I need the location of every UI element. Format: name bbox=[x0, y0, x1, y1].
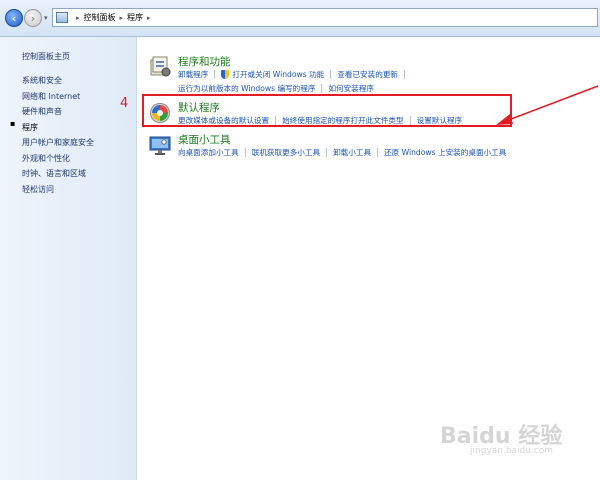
address-bar[interactable]: ▸ 控制面板 ▸ 程序 ▸ bbox=[52, 8, 598, 27]
programs-links-row-2: 运行为以前版本的 Windows 编写的程序 如何安装程序 bbox=[178, 83, 374, 94]
link-separator bbox=[244, 148, 246, 157]
step-number-label: 4 bbox=[120, 96, 129, 111]
programs-features-icon bbox=[150, 56, 171, 77]
desktop-gadgets-title[interactable]: 桌面小工具 bbox=[178, 132, 231, 147]
sidebar-category-list: 系统和安全 网络和 Internet 硬件和声音 程序 用户帐户和家庭安全 外观… bbox=[22, 73, 94, 197]
sidebar-item-programs[interactable]: 程序 bbox=[22, 120, 94, 136]
link-separator bbox=[326, 148, 328, 157]
compatibility-program-link[interactable]: 运行为以前版本的 Windows 编写的程序 bbox=[178, 83, 315, 94]
sidebar-item-hardware-sound[interactable]: 硬件和声音 bbox=[22, 104, 94, 120]
recent-pages-dropdown[interactable]: ▾ bbox=[44, 14, 48, 22]
chevron-right-icon: ▸ bbox=[147, 13, 151, 22]
control-panel-icon bbox=[56, 12, 68, 23]
sidebar-item-system-security[interactable]: 系统和安全 bbox=[22, 73, 94, 89]
how-to-install-link[interactable]: 如何安装程序 bbox=[328, 83, 374, 94]
sidebar: 控制面板主页 系统和安全 网络和 Internet 硬件和声音 程序 用户帐户和… bbox=[0, 37, 137, 480]
back-button[interactable]: ‹ bbox=[5, 9, 23, 27]
link-separator bbox=[377, 148, 379, 157]
breadcrumb-control-panel[interactable]: 控制面板 bbox=[84, 12, 116, 23]
sidebar-item-user-accounts[interactable]: 用户帐户和家庭安全 bbox=[22, 135, 94, 151]
breadcrumb-programs[interactable]: 程序 bbox=[127, 12, 143, 23]
link-separator bbox=[330, 70, 332, 79]
gadgets-links-row: 向桌面添加小工具 联机获取更多小工具 卸载小工具 还原 Windows 上安装的… bbox=[178, 147, 506, 158]
sidebar-item-network[interactable]: 网络和 Internet bbox=[22, 89, 94, 105]
uninstall-program-link[interactable]: 卸载程序 bbox=[178, 69, 208, 80]
active-item-bullet-icon: ▪ bbox=[10, 119, 16, 128]
sidebar-item-ease-of-access[interactable]: 轻松访问 bbox=[22, 182, 94, 198]
programs-links-row-1: 卸载程序 打开或关闭 Windows 功能 查看已安装的更新 bbox=[178, 69, 411, 80]
programs-features-title[interactable]: 程序和功能 bbox=[178, 54, 231, 69]
desktop-gadgets-icon bbox=[149, 136, 171, 155]
add-gadgets-link[interactable]: 向桌面添加小工具 bbox=[178, 147, 239, 158]
chevron-down-icon: ▾ bbox=[44, 14, 48, 22]
windows-features-link[interactable]: 打开或关闭 Windows 功能 bbox=[232, 69, 324, 80]
restore-gadgets-link[interactable]: 还原 Windows 上安装的桌面小工具 bbox=[384, 147, 506, 158]
chevron-right-icon: ▸ bbox=[76, 13, 80, 22]
link-separator bbox=[321, 84, 323, 93]
forward-button[interactable]: › bbox=[24, 9, 42, 27]
uninstall-gadget-link[interactable]: 卸载小工具 bbox=[333, 147, 371, 158]
sidebar-home-link[interactable]: 控制面板主页 bbox=[22, 51, 70, 62]
forward-arrow-icon: › bbox=[30, 11, 36, 25]
get-more-gadgets-link[interactable]: 联机获取更多小工具 bbox=[252, 147, 320, 158]
installed-updates-link[interactable]: 查看已安装的更新 bbox=[337, 69, 398, 80]
back-arrow-icon: ‹ bbox=[11, 11, 17, 25]
highlight-box bbox=[142, 94, 512, 127]
link-separator bbox=[404, 70, 406, 79]
uac-shield-icon bbox=[221, 70, 230, 79]
sidebar-item-appearance[interactable]: 外观和个性化 bbox=[22, 151, 94, 167]
address-toolbar: ‹ › ▾ ▸ 控制面板 ▸ 程序 ▸ bbox=[0, 0, 600, 37]
link-separator bbox=[214, 70, 216, 79]
chevron-right-icon: ▸ bbox=[119, 13, 124, 22]
baidu-watermark-url: jingyan.baidu.com bbox=[470, 446, 554, 456]
sidebar-item-clock-region[interactable]: 时钟、语言和区域 bbox=[22, 166, 94, 182]
